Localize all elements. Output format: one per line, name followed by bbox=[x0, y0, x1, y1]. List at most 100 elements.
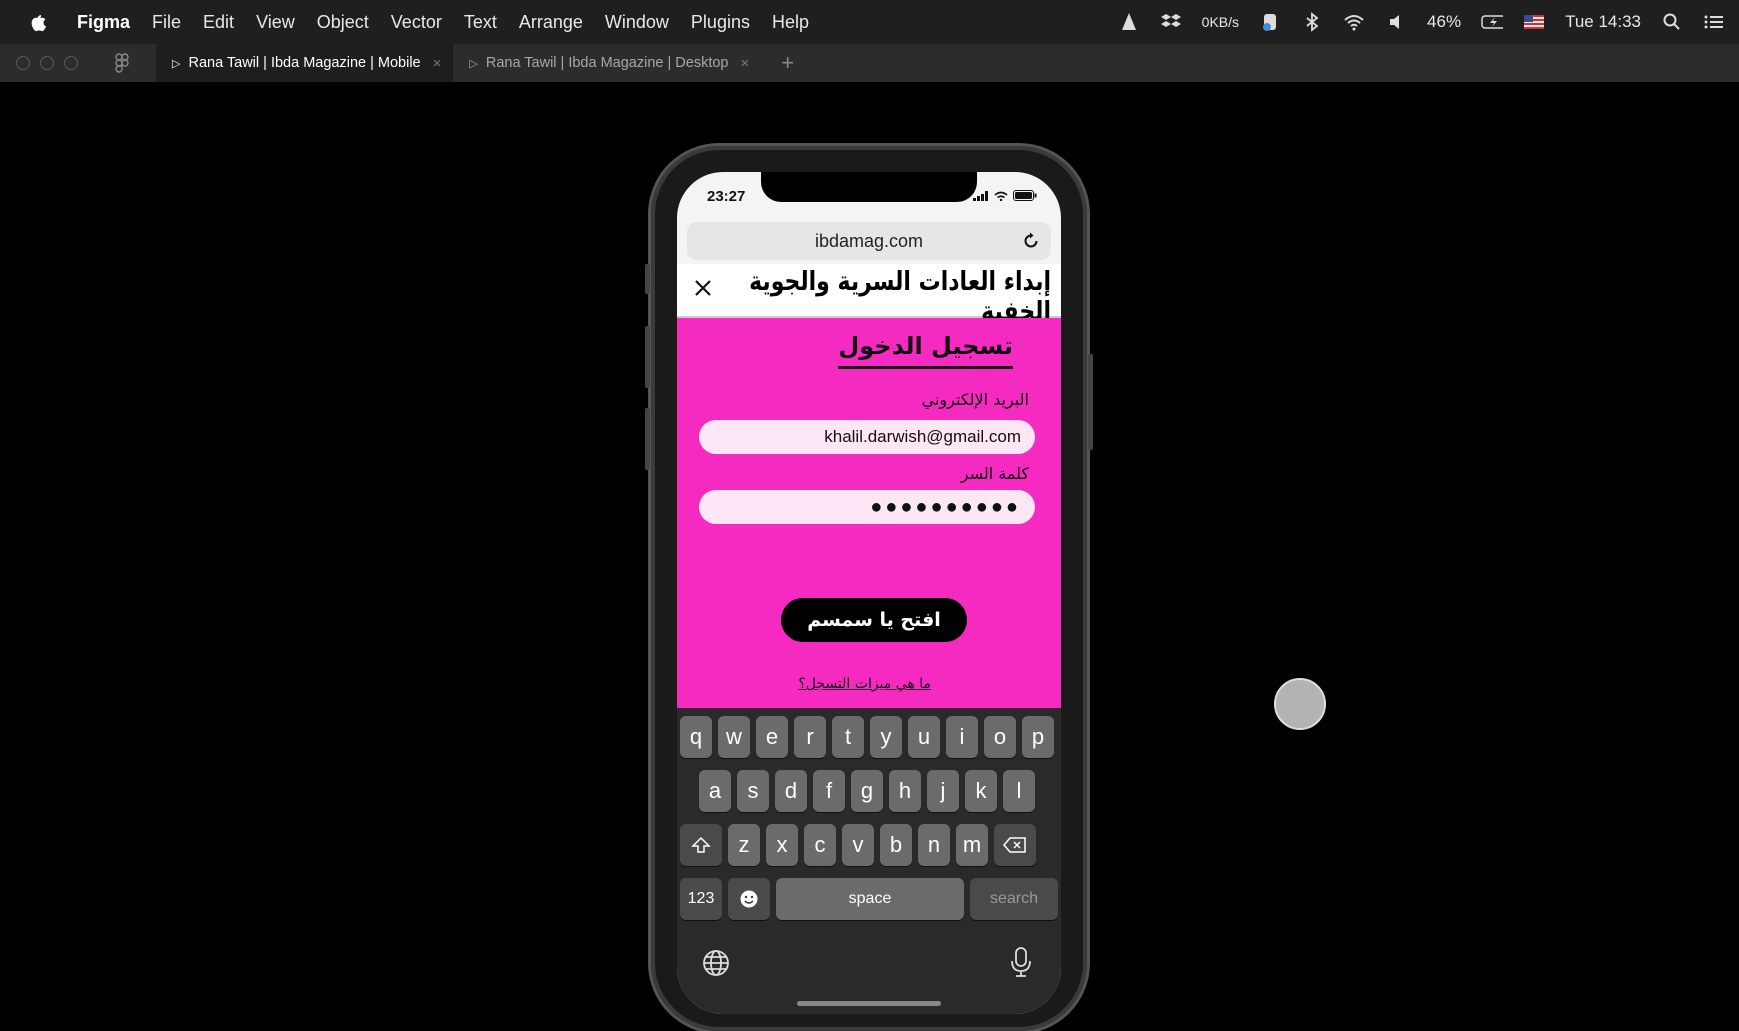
login-title: تسجيل الدخول bbox=[838, 332, 1013, 369]
network-speed: 0KB/s bbox=[1201, 14, 1240, 30]
login-submit-button[interactable]: افتح يا سمسم bbox=[781, 598, 967, 642]
phone-time: 23:27 bbox=[707, 188, 746, 205]
menu-vector[interactable]: Vector bbox=[380, 12, 453, 33]
registration-features-link[interactable]: ما هي ميزات التسجل؟ bbox=[798, 676, 931, 692]
key[interactable]: v bbox=[842, 824, 874, 866]
volume-down-button bbox=[645, 408, 650, 470]
space-key[interactable]: space bbox=[776, 878, 964, 920]
password-field[interactable]: ●●●●●●●●●● bbox=[699, 490, 1035, 524]
menu-object[interactable]: Object bbox=[306, 12, 380, 33]
notification-app-icon[interactable] bbox=[1259, 11, 1281, 33]
volume-icon[interactable] bbox=[1385, 11, 1407, 33]
key[interactable]: i bbox=[946, 716, 978, 758]
apple-icon[interactable] bbox=[24, 9, 50, 35]
search-key[interactable]: search bbox=[970, 878, 1058, 920]
menu-file[interactable]: File bbox=[141, 12, 192, 33]
key[interactable]: j bbox=[927, 770, 959, 812]
reload-icon[interactable] bbox=[1021, 231, 1041, 251]
key[interactable]: w bbox=[718, 716, 750, 758]
key[interactable]: t bbox=[832, 716, 864, 758]
key[interactable]: n bbox=[918, 824, 950, 866]
minimize-window-button[interactable] bbox=[40, 56, 54, 70]
flag-us-icon[interactable] bbox=[1523, 11, 1545, 33]
battery-percent: 46% bbox=[1427, 12, 1462, 31]
key[interactable]: z bbox=[728, 824, 760, 866]
play-icon: ▷ bbox=[172, 57, 181, 70]
menu-bar: Figma File Edit View Object Vector Text … bbox=[0, 0, 1739, 45]
menu-view[interactable]: View bbox=[245, 12, 306, 33]
key[interactable]: x bbox=[766, 824, 798, 866]
battery-charging-icon[interactable] bbox=[1481, 11, 1504, 33]
close-tab-icon[interactable]: × bbox=[740, 55, 749, 72]
key[interactable]: q bbox=[680, 716, 712, 758]
phone-frame: 23:27 ibdamag.com إبداء العادات السرية و… bbox=[645, 146, 1093, 1031]
login-panel: تسجيل الدخول البريد الإلكتروني khalil.da… bbox=[677, 318, 1061, 708]
close-tab-icon[interactable]: × bbox=[433, 55, 442, 72]
shift-key[interactable] bbox=[680, 824, 722, 866]
key[interactable]: r bbox=[794, 716, 826, 758]
backspace-key[interactable] bbox=[994, 824, 1036, 866]
key[interactable]: d bbox=[775, 770, 807, 812]
key[interactable]: g bbox=[851, 770, 883, 812]
phone-screen: 23:27 ibdamag.com إبداء العادات السرية و… bbox=[677, 172, 1061, 1014]
phone-wifi-icon bbox=[994, 191, 1008, 201]
key[interactable]: k bbox=[965, 770, 997, 812]
zoom-window-button[interactable] bbox=[64, 56, 78, 70]
keyboard-row-4: 123 space search bbox=[680, 878, 1058, 920]
keyboard-row-1: qwertyuiop bbox=[680, 716, 1054, 758]
key[interactable]: s bbox=[737, 770, 769, 812]
key[interactable]: b bbox=[880, 824, 912, 866]
clock[interactable]: Tue 14:33 bbox=[1565, 12, 1641, 32]
cell-signal-icon bbox=[973, 190, 988, 201]
play-icon: ▷ bbox=[469, 57, 478, 70]
key[interactable]: y bbox=[870, 716, 902, 758]
dropbox-icon[interactable] bbox=[1160, 11, 1182, 33]
wifi-icon[interactable] bbox=[1343, 11, 1365, 33]
home-indicator bbox=[797, 1001, 941, 1006]
key[interactable]: c bbox=[804, 824, 836, 866]
window-controls bbox=[16, 56, 78, 70]
tab-mobile-prototype[interactable]: ▷ Rana Tawil | Ibda Magazine | Mobile × bbox=[156, 44, 454, 82]
email-value: khalil.darwish@gmail.com bbox=[824, 427, 1021, 446]
numbers-key[interactable]: 123 bbox=[680, 878, 722, 920]
bluetooth-icon[interactable] bbox=[1301, 11, 1323, 33]
key[interactable]: e bbox=[756, 716, 788, 758]
key[interactable]: a bbox=[699, 770, 731, 812]
menu-edit[interactable]: Edit bbox=[192, 12, 245, 33]
menu-arrange[interactable]: Arrange bbox=[508, 12, 594, 33]
password-label: كلمة السر bbox=[960, 464, 1029, 483]
phone-battery-icon bbox=[1013, 190, 1037, 201]
site-header: إبداء العادات السرية والجوية الخفية bbox=[677, 264, 1061, 327]
volume-up-button bbox=[645, 326, 650, 388]
silent-switch bbox=[645, 264, 650, 294]
key[interactable]: p bbox=[1022, 716, 1054, 758]
figma-logo-icon[interactable] bbox=[112, 52, 132, 74]
key[interactable]: l bbox=[1003, 770, 1035, 812]
menu-text[interactable]: Text bbox=[453, 12, 508, 33]
globe-icon[interactable] bbox=[701, 948, 731, 978]
menu-plugins[interactable]: Plugins bbox=[680, 12, 761, 33]
keyboard-row-3: zxcvbnm bbox=[680, 824, 1036, 866]
notch bbox=[761, 172, 977, 202]
spotlight-search-icon[interactable] bbox=[1661, 11, 1683, 33]
new-tab-button[interactable]: + bbox=[781, 50, 794, 76]
menu-help[interactable]: Help bbox=[761, 12, 820, 33]
key[interactable]: u bbox=[908, 716, 940, 758]
tab-title: Rana Tawil | Ibda Magazine | Desktop bbox=[485, 55, 729, 71]
browser-url-bar[interactable]: ibdamag.com bbox=[687, 222, 1051, 260]
emoji-key[interactable] bbox=[728, 878, 770, 920]
password-value: ●●●●●●●●●● bbox=[870, 495, 1021, 518]
key[interactable]: o bbox=[984, 716, 1016, 758]
vlc-icon[interactable] bbox=[1118, 11, 1140, 33]
microphone-icon[interactable] bbox=[1009, 946, 1033, 978]
close-window-button[interactable] bbox=[16, 56, 30, 70]
key[interactable]: m bbox=[956, 824, 988, 866]
notification-center-icon[interactable] bbox=[1703, 11, 1725, 33]
menu-app-name[interactable]: Figma bbox=[66, 12, 141, 33]
email-field[interactable]: khalil.darwish@gmail.com bbox=[699, 420, 1035, 454]
ios-keyboard: qwertyuiop asdfghjkl zxcvbnm 123 space s… bbox=[677, 708, 1061, 1014]
menu-window[interactable]: Window bbox=[594, 12, 680, 33]
key[interactable]: f bbox=[813, 770, 845, 812]
key[interactable]: h bbox=[889, 770, 921, 812]
tab-desktop-prototype[interactable]: ▷ Rana Tawil | Ibda Magazine | Desktop × bbox=[453, 44, 761, 82]
